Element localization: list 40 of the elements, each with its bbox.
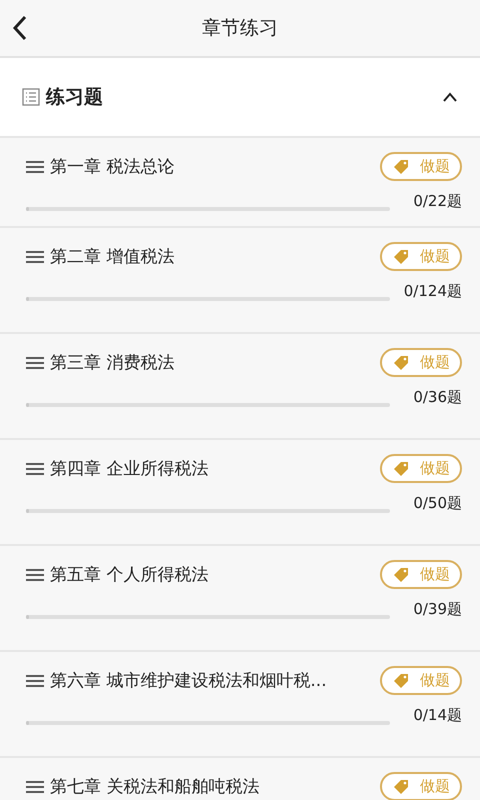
tag-icon — [392, 566, 410, 584]
tag-icon — [392, 460, 410, 478]
chapter-title: 第四章 企业所得税法 — [50, 458, 210, 480]
menu-icon — [26, 674, 44, 686]
menu-icon — [26, 160, 44, 172]
chevron-icon[interactable] — [442, 92, 458, 102]
chapter-title: 第五章 个人所得税法 — [50, 564, 210, 586]
question-count: 0/124题 — [402, 282, 462, 300]
menu-icon — [26, 250, 44, 262]
practice-button[interactable]: 做题 — [380, 772, 462, 800]
tag-icon — [392, 248, 410, 266]
chapter-title: 第一章 税法总论 — [50, 156, 176, 178]
menu-icon — [26, 462, 44, 474]
menu-icon — [26, 780, 44, 792]
tag-icon — [392, 158, 410, 176]
chapter-title: 第七章 关税法和船舶吨税法 — [50, 776, 260, 798]
practice-button[interactable]: 做题 — [380, 666, 462, 695]
chapter-title: 第六章 城市维护建设税法和烟叶税... — [50, 670, 328, 692]
tag-icon — [392, 354, 410, 372]
tag-icon — [392, 672, 410, 690]
chapter-title: 第二章 增值税法 — [50, 246, 176, 268]
section-title: 练习题 — [46, 85, 104, 110]
question-count: 0/36题 — [412, 388, 462, 406]
practice-button[interactable]: 做题 — [380, 348, 462, 377]
question-count: 0/22题 — [412, 192, 462, 210]
tag-icon — [392, 778, 410, 796]
page-title: 章节练习 — [202, 16, 278, 41]
question-count: 0/50题 — [412, 494, 462, 512]
practice-button[interactable]: 做题 — [380, 560, 462, 589]
section-header[interactable]: 练习题 — [0, 58, 480, 138]
list-icon — [22, 88, 40, 106]
menu-icon — [26, 568, 44, 580]
practice-button[interactable]: 做题 — [380, 454, 462, 483]
question-count: 0/14题 — [412, 706, 462, 724]
practice-button[interactable]: 做题 — [380, 242, 462, 271]
menu-icon — [26, 356, 44, 368]
practice-button[interactable]: 做题 — [380, 152, 462, 181]
chapter-title: 第三章 消费税法 — [50, 352, 176, 374]
back-icon[interactable] — [12, 15, 28, 41]
question-count: 0/39题 — [412, 600, 462, 618]
